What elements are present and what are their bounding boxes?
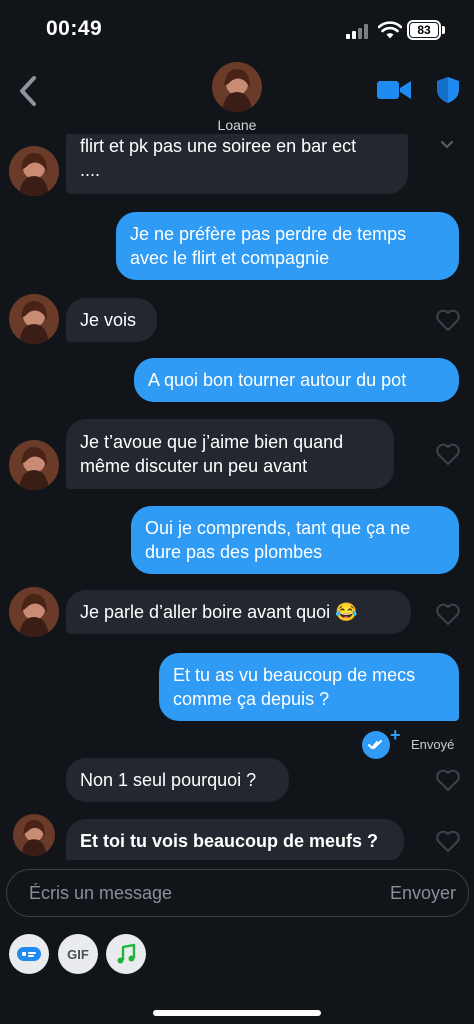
battery-icon: 83 bbox=[407, 20, 441, 40]
chat-header: Loane bbox=[0, 62, 474, 134]
message-bubble-incoming[interactable]: Je parle d’aller boire avant quoi 😂 bbox=[66, 590, 411, 634]
send-button[interactable]: Envoyer bbox=[390, 870, 456, 916]
sender-avatar[interactable] bbox=[9, 440, 59, 490]
contact-avatar[interactable] bbox=[212, 62, 262, 112]
message-text: Je parle d’aller boire avant quoi 😂 bbox=[80, 602, 358, 622]
message-bubble-incoming[interactable]: flirt et pk pas une soiree en bar ect ..… bbox=[66, 134, 408, 194]
gif-icon: GIF bbox=[67, 946, 89, 962]
heart-icon[interactable] bbox=[435, 768, 461, 792]
message-line: flirt et pk pas une soiree en bar ect bbox=[80, 136, 357, 156]
message-text: Je t’avoue que j’aime bien quand même di… bbox=[80, 430, 343, 478]
home-indicator[interactable] bbox=[153, 1010, 321, 1016]
message-bubble-incoming[interactable]: Non 1 seul pourquoi ? bbox=[66, 758, 289, 802]
music-icon bbox=[117, 943, 136, 964]
message-text: Et toi tu vois beaucoup de meufs ? bbox=[80, 831, 379, 851]
message-line: Oui je comprends, tant que ça ne bbox=[145, 518, 411, 538]
read-receipt-label: Envoyé bbox=[411, 737, 455, 752]
shield-icon[interactable] bbox=[436, 76, 460, 104]
heart-icon[interactable] bbox=[435, 829, 461, 853]
sender-avatar[interactable] bbox=[9, 146, 59, 196]
message-line: .... bbox=[80, 160, 101, 180]
message-text: A quoi bon tourner autour du pot bbox=[148, 370, 407, 390]
message-composer: Envoyer bbox=[6, 869, 469, 917]
message-input[interactable] bbox=[29, 870, 359, 916]
message-text: Je vois bbox=[80, 310, 137, 330]
heart-icon[interactable] bbox=[435, 308, 461, 332]
sticker-button[interactable] bbox=[9, 934, 49, 974]
video-call-icon[interactable] bbox=[376, 78, 412, 102]
status-bar: 00:49 83 bbox=[0, 0, 474, 62]
message-bubble-outgoing[interactable]: Je ne préfère pas perdre de temps avec l… bbox=[116, 212, 459, 280]
message-bubble-incoming[interactable]: Je vois bbox=[66, 298, 157, 342]
message-line: Je ne préfère pas perdre de temps bbox=[130, 224, 407, 244]
back-icon[interactable] bbox=[14, 74, 42, 108]
sender-avatar[interactable] bbox=[9, 587, 59, 637]
contact-name[interactable]: Loane bbox=[0, 117, 474, 133]
message-bubble-outgoing[interactable]: Et tu as vu beaucoup de mecs comme ça de… bbox=[159, 653, 459, 721]
message-bubble-outgoing[interactable]: A quoi bon tourner autour du pot bbox=[134, 358, 459, 402]
message-text: Et tu as vu beaucoup de mecs comme ça de… bbox=[173, 663, 415, 711]
read-receipt: + Envoyé bbox=[0, 725, 474, 759]
sender-avatar[interactable] bbox=[13, 814, 55, 856]
gif-button[interactable]: GIF bbox=[58, 934, 98, 974]
message-bubble-incoming[interactable]: Je t’avoue que j’aime bien quand même di… bbox=[66, 419, 394, 489]
read-check-icon bbox=[362, 731, 390, 759]
status-time: 00:49 bbox=[46, 17, 103, 40]
message-text: Oui je comprends, tant que ça ne dure pa… bbox=[145, 516, 410, 564]
plus-icon[interactable]: + bbox=[390, 725, 401, 746]
message-text: flirt et pk pas une soiree en bar ect ..… bbox=[80, 134, 356, 182]
heart-icon[interactable] bbox=[435, 602, 461, 626]
message-line: dure pas des plombes bbox=[145, 542, 323, 562]
message-line: Je t’avoue que j’aime bien quand bbox=[80, 432, 344, 452]
battery-nub bbox=[442, 26, 445, 34]
sticker-icon bbox=[17, 947, 41, 961]
wifi-icon bbox=[378, 21, 402, 39]
message-line: Et tu as vu beaucoup de mecs bbox=[173, 665, 416, 685]
message-text: Je ne préfère pas perdre de temps avec l… bbox=[130, 222, 406, 270]
message-text: Non 1 seul pourquoi ? bbox=[80, 770, 257, 790]
message-line: avec le flirt et compagnie bbox=[130, 248, 330, 268]
battery-level: 83 bbox=[410, 23, 438, 37]
message-line: même discuter un peu avant bbox=[80, 456, 308, 476]
message-line: comme ça depuis ? bbox=[173, 689, 330, 709]
cellular-signal-icon bbox=[346, 24, 370, 39]
message-thread[interactable]: flirt et pk pas une soiree en bar ect ..… bbox=[0, 134, 474, 860]
sender-avatar[interactable] bbox=[9, 294, 59, 344]
message-bubble-outgoing[interactable]: Oui je comprends, tant que ça ne dure pa… bbox=[131, 506, 459, 574]
heart-icon[interactable] bbox=[435, 442, 461, 466]
music-button[interactable] bbox=[106, 934, 146, 974]
chevron-down-icon[interactable] bbox=[440, 140, 454, 150]
message-bubble-incoming[interactable]: Et toi tu vois beaucoup de meufs ? bbox=[66, 819, 404, 860]
